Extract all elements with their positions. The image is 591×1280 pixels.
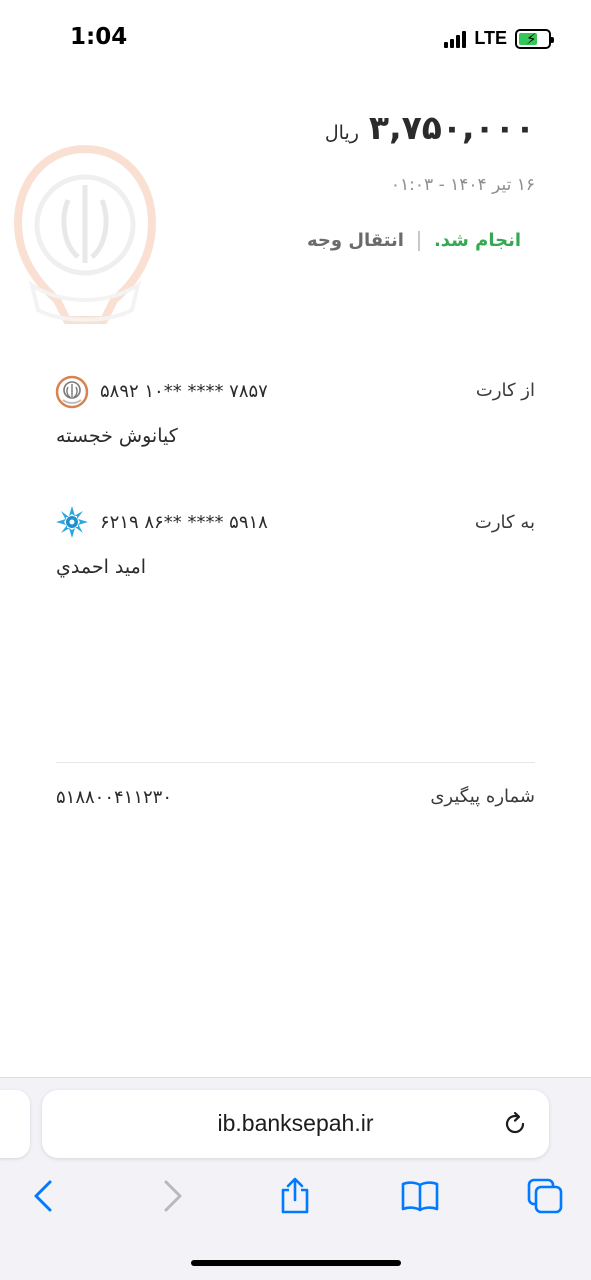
address-bar[interactable]: ib.banksepah.ir: [42, 1090, 549, 1158]
bank-sepah-watermark-icon: [13, 145, 157, 324]
transaction-type: انتقال وجه: [306, 230, 404, 251]
bank-saman-logo-icon: [56, 506, 88, 538]
previous-tab-preview[interactable]: [0, 1090, 30, 1158]
network-type: LTE: [474, 28, 507, 48]
battery-icon: ⚡: [515, 28, 554, 49]
currency-label: ریال: [324, 122, 359, 144]
from-card-label: از کارت: [475, 380, 535, 401]
to-card-number: ۶۲۱۹ ۸۶** **** ۵۹۱۸: [100, 512, 268, 533]
status-time: 1:04: [70, 24, 128, 50]
transaction-status-row: انجام شد. انتقال وجه: [307, 230, 521, 251]
reload-icon[interactable]: [501, 1110, 529, 1138]
to-card-label: به کارت: [474, 512, 535, 533]
divider: [417, 230, 420, 251]
transaction-amount: ۳,۷۵۰,۰۰۰: [368, 108, 535, 147]
from-card-holder: کیانوش خجسته: [56, 425, 178, 447]
transaction-datetime: ۱۶ تیر ۱۴۰۴ - ۰۱:۰۳: [390, 175, 535, 195]
from-card-number: ۵۸۹۲ ۱۰** **** ۷۸۵۷: [100, 381, 268, 402]
browser-toolbar: [0, 1176, 591, 1216]
amount-row: ۳,۷۵۰,۰۰۰ ریال: [325, 108, 535, 147]
bank-sepah-logo-icon: [55, 375, 89, 409]
home-indicator: [191, 1260, 401, 1266]
to-card-holder: اميد احمدي: [56, 556, 147, 578]
tabs-icon[interactable]: [525, 1176, 565, 1216]
back-icon[interactable]: [24, 1176, 64, 1216]
status-badge: انجام شد.: [433, 230, 521, 251]
url-text[interactable]: ib.banksepah.ir: [42, 1110, 549, 1137]
tracking-number: ۵۱۸۸۰۰۴۱۱۲۳۰: [56, 787, 173, 808]
browser-bottom-bar: ib.banksepah.ir: [0, 1077, 591, 1280]
bookmarks-icon[interactable]: [400, 1176, 440, 1216]
status-indicators: LTE ⚡: [444, 28, 554, 49]
section-divider: [56, 762, 535, 763]
cellular-signal-icon: [444, 30, 467, 48]
tracking-label: شماره پیگیری: [430, 786, 535, 807]
forward-icon[interactable]: [152, 1176, 192, 1216]
share-icon[interactable]: [275, 1176, 315, 1216]
